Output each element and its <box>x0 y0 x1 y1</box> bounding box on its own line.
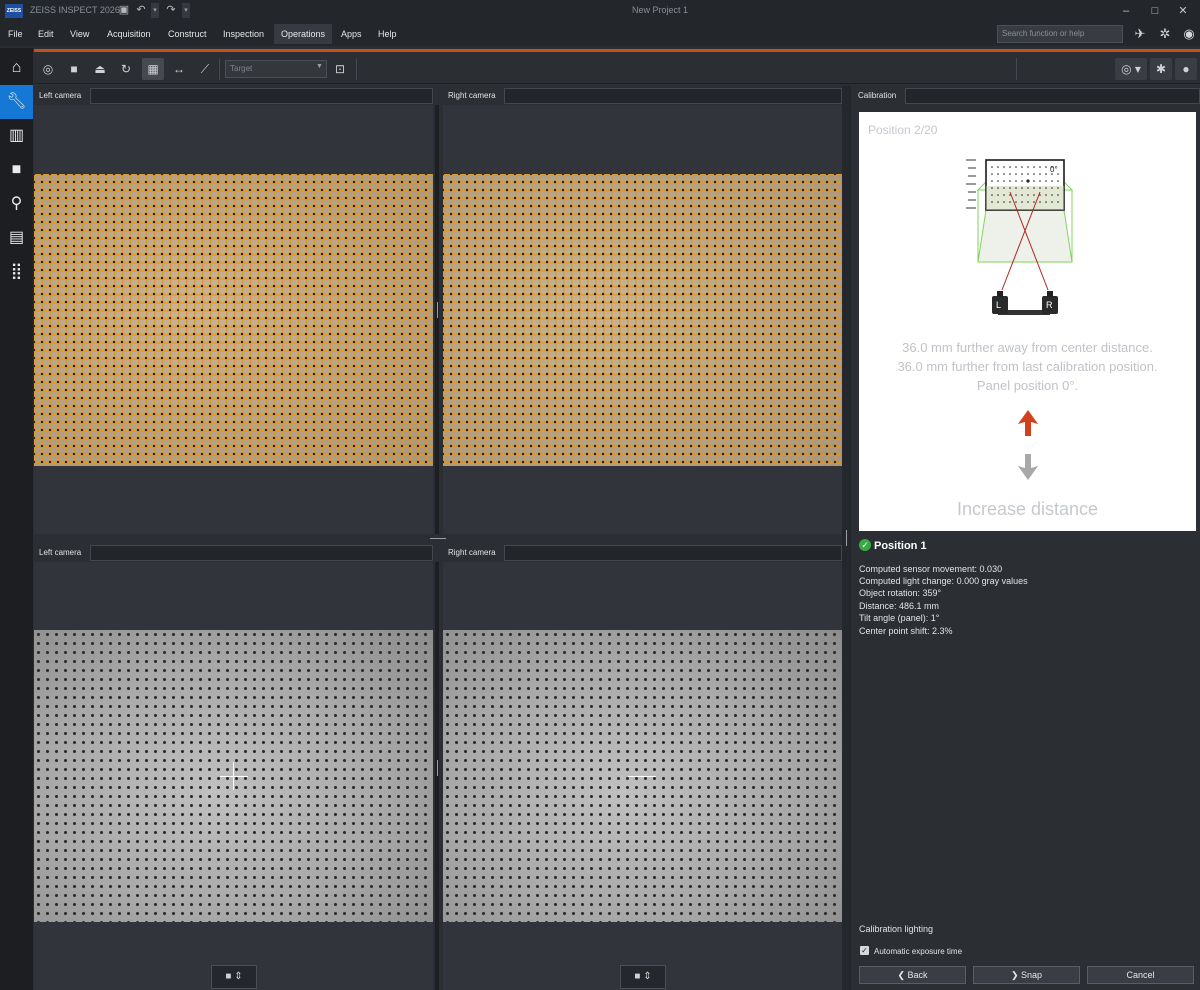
arrow-down-icon <box>1018 454 1038 480</box>
result-line: Distance: 486.1 mm <box>859 601 940 611</box>
pane-field[interactable] <box>504 88 842 104</box>
diagram-angle: 0° <box>1050 165 1058 174</box>
menu-inspection[interactable]: Inspection <box>223 29 264 39</box>
instruction-line-1: 36.0 mm further away from center distanc… <box>902 340 1153 355</box>
maximize-icon[interactable]: □ <box>1147 3 1163 19</box>
search-input[interactable]: Search function or help <box>997 25 1123 43</box>
auto-exposure-checkbox[interactable]: ✓ <box>860 946 869 955</box>
camera-icon[interactable]: ■ <box>0 153 33 187</box>
puzzle-icon[interactable]: ✲ <box>1155 24 1175 44</box>
user-icon[interactable]: ◉ <box>1179 24 1199 44</box>
menu-operations[interactable]: Operations <box>281 29 325 39</box>
pane-field[interactable] <box>905 88 1200 104</box>
camera-selector[interactable]: ■ ⇕ <box>211 965 257 989</box>
grid-icon[interactable]: ▦ <box>142 58 164 80</box>
toolbar-separator <box>356 58 357 80</box>
result-line: Tilt angle (panel): 1° <box>859 613 940 623</box>
result-line: Computed sensor movement: 0.030 <box>859 564 1003 574</box>
report-icon[interactable]: ▤ <box>0 221 33 255</box>
ruler-icon[interactable]: ▥ <box>0 119 33 153</box>
bulb-icon[interactable]: ● <box>1175 58 1197 80</box>
pane-label: Right camera <box>448 91 496 100</box>
result-line: Object rotation: 359° <box>859 588 942 598</box>
sensor-icon[interactable]: ◎ <box>37 58 59 80</box>
cancel-button[interactable]: Cancel <box>1087 966 1194 984</box>
result-line: Computed light change: 0.000 gray values <box>859 576 1028 586</box>
pane-field[interactable] <box>504 545 842 561</box>
position-label: Position 2/20 <box>868 123 938 137</box>
vertical-splitter[interactable] <box>435 105 439 534</box>
light-icon[interactable]: ✱ <box>1150 58 1172 80</box>
chevron-down-icon: ▼ <box>316 63 323 70</box>
accent-bar <box>34 49 1200 52</box>
toolbar-separator <box>1016 58 1017 80</box>
menu-edit[interactable]: Edit <box>38 29 54 39</box>
menu-file[interactable]: File <box>8 29 23 39</box>
wrench-icon[interactable]: 🔧︎ <box>0 85 33 119</box>
pane-label: Right camera <box>448 548 496 557</box>
snap-button-label: Snap <box>1021 970 1043 980</box>
chevron-right-icon: ❯ <box>1010 970 1021 980</box>
crosshair <box>628 776 656 777</box>
back-button-label: Back <box>907 970 928 980</box>
instruction-line-2: 36.0 mm further from last calibration po… <box>897 359 1158 374</box>
pane-label: Left camera <box>39 91 82 100</box>
horizontal-splitter[interactable] <box>34 534 842 544</box>
minimize-icon[interactable]: – <box>1118 3 1134 19</box>
check-icon: ✓ <box>859 539 871 551</box>
calibration-diagram: 0° L R <box>966 159 1074 315</box>
snapshot-icon[interactable]: ⊡ <box>329 58 351 80</box>
back-button[interactable]: ❮ Back <box>859 966 966 984</box>
menu-construct[interactable]: Construct <box>168 29 207 39</box>
splitter-handle[interactable] <box>437 760 438 776</box>
target-select[interactable]: Target <box>225 60 327 78</box>
crosshair <box>233 762 234 790</box>
menu-view[interactable]: View <box>70 29 89 39</box>
result-title: Position 1 <box>874 540 927 552</box>
home-icon[interactable]: ⌂ <box>0 51 33 85</box>
snap-button[interactable]: ❯ Snap <box>973 966 1080 984</box>
eject-icon[interactable]: ⏏ <box>89 58 111 80</box>
menu-apps[interactable]: Apps <box>341 29 362 39</box>
right-camera-letter: R <box>1046 300 1053 310</box>
splitter-handle[interactable] <box>846 530 847 546</box>
arrow-up-icon <box>1018 410 1038 436</box>
result-line: Center point shift: 2.3% <box>859 626 953 636</box>
increase-distance-label: Increase distance <box>956 499 1099 519</box>
instruction-line-3: Panel position 0°. <box>976 378 1079 393</box>
projector-icon[interactable]: ◎ ▾ <box>1115 58 1147 80</box>
toolbar-separator <box>219 58 220 80</box>
line-icon[interactable]: ⟋ <box>194 58 216 80</box>
camera-selector[interactable]: ■ ⇕ <box>620 965 666 989</box>
rocket-icon[interactable]: ✈ <box>1130 24 1150 44</box>
video-icon[interactable]: ■ <box>63 58 85 80</box>
calibration-card: Position 2/20 0° L R 36.0 mm further awa… <box>859 112 1196 531</box>
project-title: New Project 1 <box>631 5 689 15</box>
calibration-lighting-label: Calibration lighting <box>859 924 934 934</box>
pane-field[interactable] <box>90 545 433 561</box>
left-camera-letter: L <box>996 300 1001 310</box>
menu-help[interactable]: Help <box>378 29 397 39</box>
menu-acquisition[interactable]: Acquisition <box>107 29 151 39</box>
vertical-splitter[interactable] <box>435 562 439 990</box>
splitter-handle[interactable] <box>437 302 438 318</box>
close-icon[interactable]: ✕ <box>1175 3 1191 19</box>
search-icon[interactable]: ⚲ <box>0 187 33 221</box>
calibration-header: Calibration <box>858 91 897 100</box>
auto-exposure-label[interactable]: Automatic exposure time <box>874 947 962 956</box>
apps-grid-icon[interactable]: ⣿ <box>0 255 33 289</box>
splitter-handle[interactable] <box>430 538 446 539</box>
cancel-button-label: Cancel <box>1126 970 1155 980</box>
rotate-icon[interactable]: ↻ <box>115 58 137 80</box>
crosshair <box>220 776 248 777</box>
measure-icon[interactable]: ↔ <box>168 58 190 80</box>
camera-image-left-color <box>34 174 433 466</box>
pane-field[interactable] <box>90 88 433 104</box>
camera-image-right-color <box>443 174 842 466</box>
pane-label: Left camera <box>39 548 82 557</box>
chevron-left-icon: ❮ <box>897 970 908 980</box>
